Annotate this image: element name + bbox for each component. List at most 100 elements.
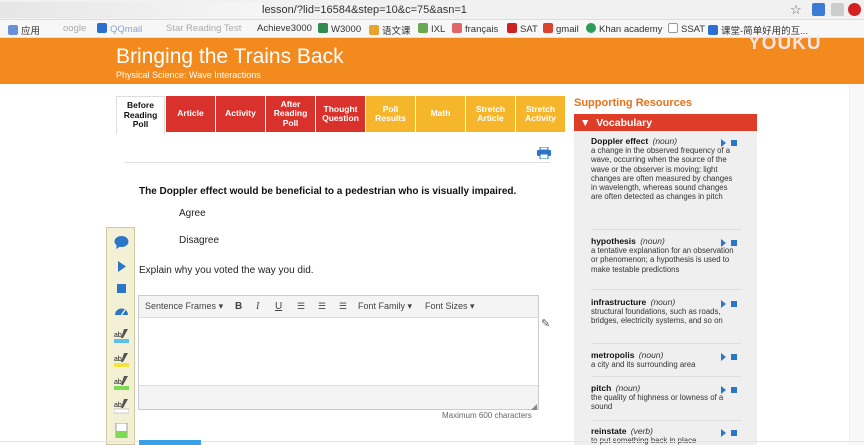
speech-bubble-icon[interactable] [114, 235, 129, 250]
play-audio-icon[interactable] [721, 429, 726, 437]
bookmarks-bar: 应用 oogle QQmail Star Reading Test Achiev… [0, 20, 864, 38]
highlighter-yellow-icon[interactable]: ab [114, 353, 129, 368]
bookmark-item[interactable]: IXL [418, 23, 445, 35]
vocab-entry: Doppler effect (noun) a change in the ob… [591, 136, 739, 202]
italic-button[interactable]: I [256, 301, 259, 312]
bookmark-item[interactable]: français [452, 23, 498, 35]
extension-icon[interactable] [848, 3, 861, 16]
svg-text:ab: ab [114, 379, 122, 386]
address-bar[interactable]: lesson/?lid=16584&step=10&c=75&asn=1 ☆ [0, 0, 864, 20]
settings-speed-icon[interactable] [114, 303, 129, 318]
play-audio-icon[interactable] [721, 300, 726, 308]
lesson-tabs: Before Reading Poll Article Activity Aft… [116, 96, 566, 134]
khan-academy-icon [586, 23, 596, 33]
bookmark-item[interactable]: SSAT [668, 23, 705, 35]
folder-icon [369, 25, 379, 35]
notes-icon[interactable] [114, 423, 129, 438]
align-center-icon[interactable]: ☰ [318, 301, 326, 312]
spellcheck-icon[interactable]: ✎ [541, 317, 550, 330]
vocab-word: metropolis [591, 350, 635, 360]
vocab-word: infrastructure [591, 297, 647, 307]
stop-audio-icon[interactable] [731, 387, 737, 393]
resize-handle-icon[interactable]: ◢ [531, 402, 537, 411]
rich-text-editor[interactable]: Sentence Frames ▾ B I U ☰ ☰ ☰ Font Famil… [138, 295, 539, 410]
page-scrollbar[interactable] [849, 84, 864, 445]
collapse-triangle-icon: ▼ [580, 117, 591, 129]
stop-audio-icon[interactable] [731, 140, 737, 146]
font-sizes-dropdown[interactable]: Font Sizes ▾ [425, 301, 475, 312]
bookmark-item[interactable]: Star Reading Test [166, 23, 241, 34]
vocab-pos: (noun) [638, 350, 664, 360]
vocab-pos: (verb) [630, 426, 653, 436]
url-text[interactable]: lesson/?lid=16584&step=10&c=75&asn=1 [262, 4, 467, 16]
folder-icon [452, 23, 462, 33]
eraser-icon[interactable]: ab [114, 399, 129, 414]
extension-icon[interactable] [831, 3, 844, 16]
audio-controls [721, 300, 739, 308]
align-left-icon[interactable]: ☰ [297, 301, 305, 312]
play-audio-icon[interactable] [721, 353, 726, 361]
sentence-frames-dropdown[interactable]: Sentence Frames ▾ [145, 301, 223, 312]
tab-stretch-article[interactable]: Stretch Article [466, 96, 515, 132]
tab-stretch-activity[interactable]: Stretch Activity [516, 96, 565, 132]
bookmark-item[interactable]: 应用 [8, 23, 40, 37]
vocab-definition: a change in the observed frequency of a … [591, 146, 733, 202]
vocab-entry: reinstate (verb) to put something back i… [591, 426, 739, 445]
stop-audio-icon[interactable] [731, 240, 737, 246]
bookmark-item[interactable]: QQmail [97, 23, 142, 35]
audio-controls [721, 239, 739, 247]
caret-down-icon: ▾ [218, 301, 224, 311]
audio-controls [721, 386, 739, 394]
bookmark-item[interactable]: 语文课 [369, 23, 411, 37]
bold-button[interactable]: B [235, 301, 242, 312]
highlighter-blue-icon[interactable]: ab [114, 329, 129, 344]
bookmark-item[interactable]: SAT [507, 23, 538, 35]
vocab-word: pitch [591, 383, 612, 393]
page-icon [668, 23, 678, 33]
tab-after-reading-poll[interactable]: After Reading Poll [266, 96, 315, 132]
entry-divider [591, 289, 741, 290]
print-icon[interactable] [537, 147, 551, 159]
tab-thought-question[interactable]: Thought Question [316, 96, 365, 132]
bookmark-item[interactable]: gmail [543, 23, 579, 35]
vocab-entry: metropolis (noun) a city and its surroun… [591, 350, 739, 369]
svg-text:ab: ab [114, 332, 122, 339]
underline-button[interactable]: U [275, 301, 282, 312]
play-audio-icon[interactable] [721, 386, 726, 394]
bottom-divider [0, 441, 864, 442]
bookmark-item[interactable]: Achieve3000 [257, 23, 312, 34]
poll-option-disagree[interactable]: Disagree [179, 235, 219, 246]
stop-audio-icon[interactable] [731, 354, 737, 360]
tab-poll-results[interactable]: Poll Results [366, 96, 415, 132]
align-right-icon[interactable]: ☰ [339, 301, 347, 312]
tab-article[interactable]: Article [166, 96, 215, 132]
tab-math[interactable]: Math [416, 96, 465, 132]
stop-audio-icon[interactable] [731, 430, 737, 436]
extension-icon[interactable] [812, 3, 825, 16]
play-icon[interactable] [114, 259, 129, 274]
bookmark-star-icon[interactable]: ☆ [790, 2, 802, 18]
vocab-pos: (noun) [652, 136, 678, 146]
play-audio-icon[interactable] [721, 239, 726, 247]
caret-down-icon: ▾ [470, 301, 475, 311]
play-audio-icon[interactable] [721, 139, 726, 147]
highlighter-green-icon[interactable]: ab [114, 376, 129, 391]
stop-audio-icon[interactable] [731, 301, 737, 307]
bookmark-item[interactable]: Khan academy [586, 23, 662, 35]
classroom-icon [708, 25, 718, 35]
bookmark-item[interactable]: W3000 [318, 23, 361, 35]
bookmark-item[interactable]: oogle [63, 23, 86, 34]
vocabulary-header[interactable]: ▼ Vocabulary [574, 114, 757, 131]
tab-activity[interactable]: Activity [216, 96, 265, 132]
poll-option-agree[interactable]: Agree [179, 208, 206, 219]
gmail-icon [543, 23, 553, 33]
vocab-word: reinstate [591, 426, 627, 436]
vocab-definition: a tentative explanation for an observati… [591, 246, 734, 274]
svg-text:ab: ab [114, 356, 122, 363]
stop-icon[interactable] [114, 281, 129, 296]
vocab-pos: (noun) [640, 236, 665, 246]
font-family-dropdown[interactable]: Font Family ▾ [358, 301, 412, 312]
caret-down-icon: ▾ [407, 301, 413, 311]
entry-divider [591, 229, 741, 230]
tab-before-reading-poll[interactable]: Before Reading Poll [116, 96, 165, 134]
